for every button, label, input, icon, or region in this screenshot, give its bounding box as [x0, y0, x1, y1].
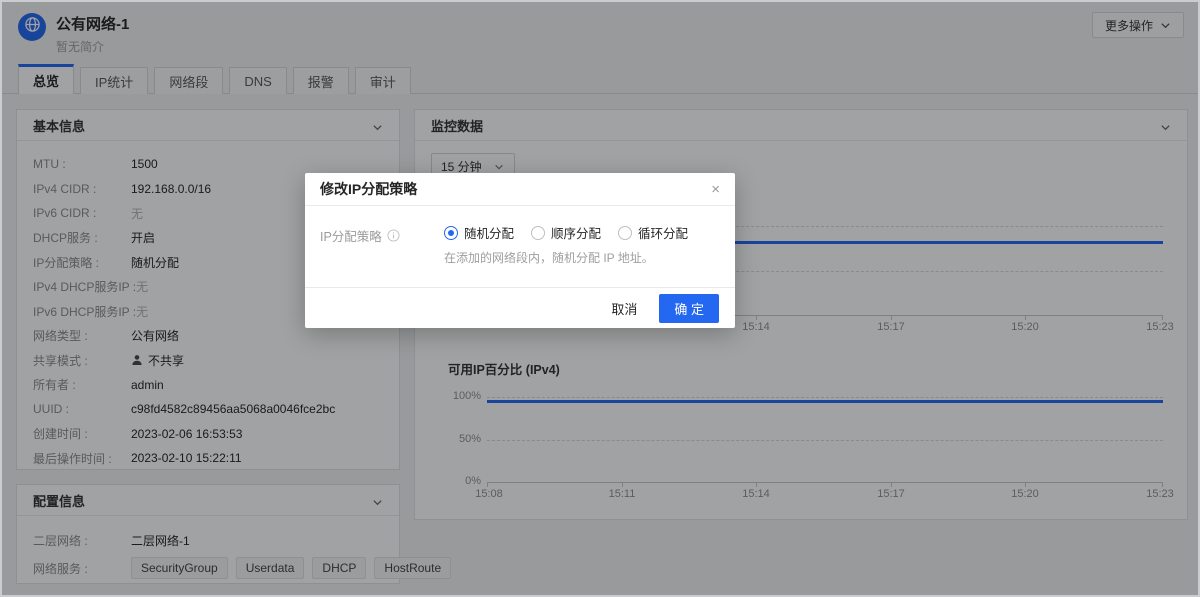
ip-policy-field-label: IP分配策略 — [320, 226, 400, 245]
ip-policy-helper-text: 在添加的网络段内，随机分配 IP 地址。 — [444, 251, 654, 265]
dialog-header: 修改IP分配策略 × — [305, 173, 735, 206]
radio-round-robin-allocation[interactable]: 循环分配 — [618, 223, 688, 242]
radio-random-allocation[interactable]: 随机分配 — [444, 223, 514, 242]
radio-unselected-icon — [618, 225, 633, 240]
radio-sequential-allocation[interactable]: 顺序分配 — [531, 223, 601, 242]
radio-selected-icon — [444, 225, 458, 240]
edit-ip-policy-dialog: 修改IP分配策略 × IP分配策略 随机分配 顺序分配 循环分配 在添加的网络段… — [305, 173, 735, 328]
ip-policy-radio-group: 随机分配 顺序分配 循环分配 — [444, 223, 688, 242]
info-icon — [387, 229, 400, 242]
confirm-button[interactable]: 确 定 — [659, 293, 719, 323]
app-window: 公有网络-1 暂无简介 更多操作 总览 IP统计 网络段 DNS 报警 审计 基… — [0, 0, 1200, 597]
dialog-body: IP分配策略 随机分配 顺序分配 循环分配 在添加的网络段内，随机分配 IP 地… — [305, 206, 735, 286]
cancel-button[interactable]: 取消 — [611, 299, 637, 318]
dialog-footer: 取消 确 定 — [305, 287, 735, 328]
dialog-title: 修改IP分配策略 — [320, 181, 418, 197]
radio-unselected-icon — [531, 225, 546, 240]
close-icon[interactable]: × — [711, 182, 720, 197]
